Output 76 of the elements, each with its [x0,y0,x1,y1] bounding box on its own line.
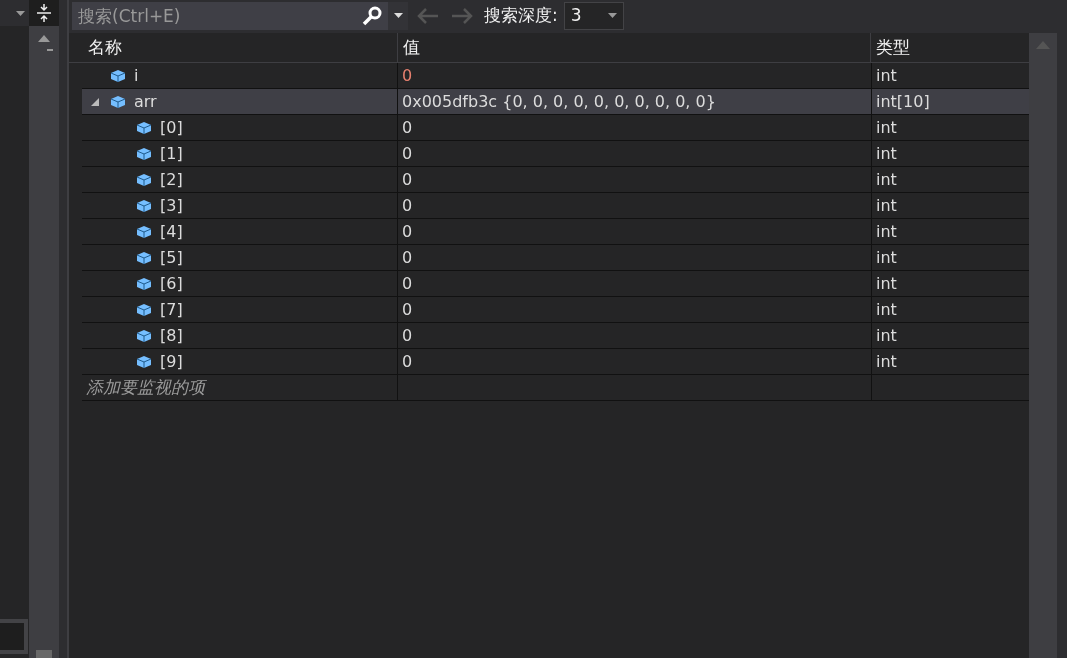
variable-icon [110,94,126,109]
variable-type: int [876,142,897,165]
variable-icon [136,120,152,135]
variable-icon [110,68,126,83]
variable-name: [9] [160,350,183,373]
variable-type: int [876,64,897,87]
column-header[interactable]: 类型 [871,33,1029,62]
variable-icon [136,250,152,265]
variable-value: 0 [402,116,413,139]
variable-type: int [876,324,897,347]
variable-value: 0 [402,142,413,165]
variable-name: [8] [160,324,183,347]
variable-icon [136,146,152,161]
variable-name: i [134,64,139,87]
variable-icon [136,172,152,187]
watch-row[interactable]: [7] 0 int [82,297,1029,323]
add-watch-field[interactable]: 添加要监视的项 [82,374,382,401]
variable-name: [6] [160,272,183,295]
variable-value: 0x005dfb3c {0, 0, 0, 0, 0, 0, 0, 0, 0, 0} [402,90,716,113]
variable-name: arr [134,90,157,113]
variable-value: 0 [402,194,413,217]
expanded-arrow-icon [91,97,99,106]
watch-row[interactable]: [3] 0 int [82,193,1029,219]
variable-icon [136,224,152,239]
search-button[interactable] [356,1,388,30]
scroll-up-icon[interactable] [38,35,50,42]
variable-value: 0 [402,168,413,191]
variable-icon [136,302,152,317]
variable-type: int [876,116,897,139]
split-icon[interactable] [37,4,51,22]
variable-type: int [876,220,897,243]
variable-name: [0] [160,116,183,139]
variable-name: [3] [160,194,183,217]
watch-row[interactable]: [5] 0 int [82,245,1029,271]
variable-value: 0 [402,350,413,373]
variable-type: int [876,246,897,269]
variable-type: int [876,298,897,321]
watch-row[interactable]: [8] 0 int [82,323,1029,349]
watch-row[interactable]: [2] 0 int [82,167,1029,193]
search-options-button[interactable] [388,1,408,30]
variable-value: 0 [402,324,413,347]
variable-type: int [876,194,897,217]
watch-row[interactable]: [4] 0 int [82,219,1029,245]
watch-row[interactable]: [0] 0 int [82,115,1029,141]
variable-name: [4] [160,220,183,243]
watch-row[interactable]: [9] 0 int [82,349,1029,375]
search-icon [362,5,382,26]
watch-row[interactable]: arr 0x005dfb3c {0, 0, 0, 0, 0, 0, 0, 0, 0, 0} int[10] [82,89,1029,115]
watch-row[interactable]: [6] 0 int [82,271,1029,297]
variable-value: 0 [402,220,413,243]
watch-row[interactable]: [1] 0 int [82,141,1029,167]
variable-type: int [876,350,897,373]
depth-dropdown[interactable]: 3 [563,1,624,30]
variable-type: int [876,168,897,191]
variable-type: int[10] [876,90,930,113]
variable-icon [136,276,152,291]
variable-icon [136,328,152,343]
variable-value: 0 [402,64,413,87]
variable-value: 0 [402,298,413,321]
depth-label: 搜索深度: [484,3,558,27]
variable-name: [5] [160,246,183,269]
dropdown-arrow-icon[interactable] [16,10,25,16]
scroll-thumb[interactable] [36,650,52,658]
variable-value: 0 [402,272,413,295]
variable-name: [2] [160,168,183,191]
variable-type: int [876,272,897,295]
variable-name: [1] [160,142,183,165]
variable-icon [136,198,152,213]
variable-icon [136,354,152,369]
search-field[interactable]: 搜索(Ctrl+E) [72,1,356,30]
variable-value: 0 [402,246,413,269]
dropdown-arrow-icon[interactable] [607,13,617,18]
column-header[interactable]: 值 [397,33,872,62]
dropdown-arrow-icon [393,13,403,18]
column-header[interactable]: 名称 [83,33,398,62]
variable-name: [7] [160,298,183,321]
